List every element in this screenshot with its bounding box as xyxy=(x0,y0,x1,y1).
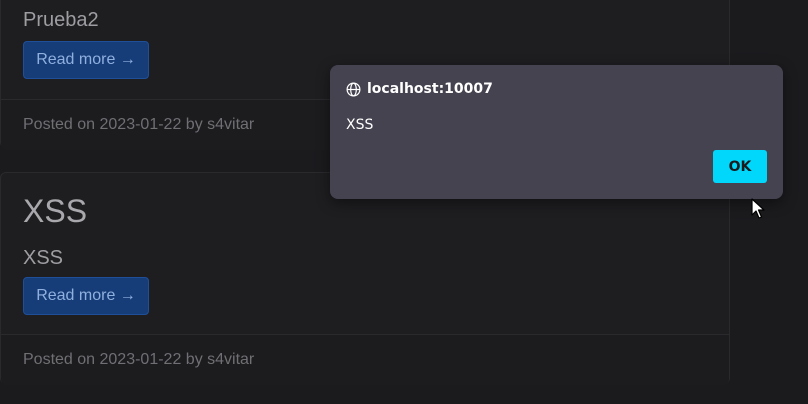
alert-dialog: localhost:10007 XSS OK xyxy=(330,65,783,199)
post-subtitle: Prueba2 xyxy=(23,9,99,31)
post-title: XSS xyxy=(23,193,88,229)
post-meta: Posted on 2023-01-22 by s4vitar xyxy=(23,116,255,133)
post-subtitle: XSS xyxy=(23,247,64,269)
alert-header: localhost:10007 xyxy=(346,81,493,97)
read-more-button[interactable]: Read more → xyxy=(23,277,149,315)
globe-icon xyxy=(346,82,361,97)
post-footer: Posted on 2023-01-22 by s4vitar xyxy=(1,334,729,385)
alert-message: XSS xyxy=(346,117,374,133)
ok-button[interactable]: OK xyxy=(713,150,767,183)
post-meta: Posted on 2023-01-22 by s4vitar xyxy=(23,351,255,368)
read-more-button[interactable]: Read more → xyxy=(23,41,149,79)
alert-origin: localhost:10007 xyxy=(367,81,493,97)
page: Prueba2 Read more → Posted on 2023-01-22… xyxy=(0,0,808,404)
post-card: XSS XSS Read more → Posted on 2023-01-22… xyxy=(0,172,730,385)
mouse-cursor-icon xyxy=(751,198,767,220)
